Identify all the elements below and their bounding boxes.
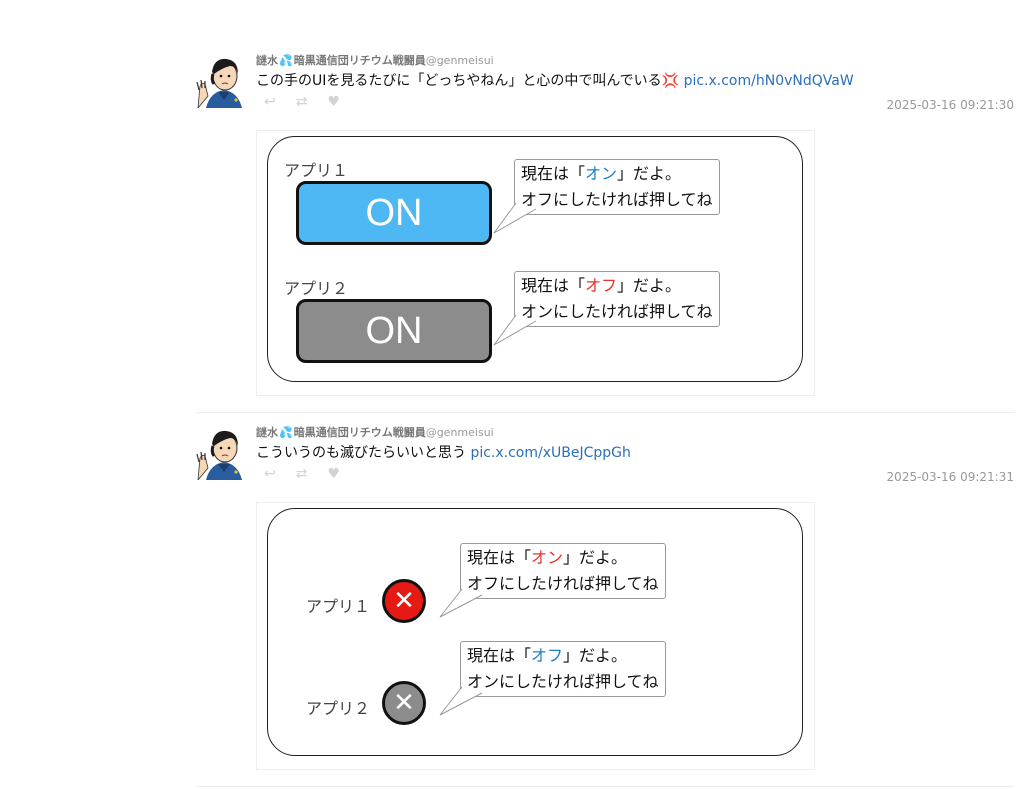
app2-button-label: ON xyxy=(365,309,423,352)
app1-label: アプリ１ xyxy=(306,597,371,616)
reply-icon[interactable]: ↩ xyxy=(264,466,276,482)
sweat-drops-icon: 💦 xyxy=(279,54,293,67)
app2-on-button: ON xyxy=(296,299,492,363)
anger-icon: 💢 xyxy=(661,73,680,89)
illustration-card: アプリ１ ✕ 現在は「オン」だよ。 オフにしたければ押してね アプリ２ ✕ 現在… xyxy=(267,508,803,756)
tweet-text: この手のUIを見るたびに「どっちやねん」と心の中で叫んでいる💢 pic.x.co… xyxy=(256,73,854,89)
app1-close-icon: ✕ xyxy=(382,579,426,623)
avatar[interactable] xyxy=(196,424,252,480)
divider xyxy=(196,412,1014,413)
app1-label: アプリ１ xyxy=(284,161,349,180)
user-handle[interactable]: @genmeisui xyxy=(426,426,494,439)
heart-icon[interactable]: ♥ xyxy=(327,94,340,110)
app1-speech-bubble: 現在は「オン」だよ。 オフにしたければ押してね xyxy=(514,159,720,215)
app1-speech-bubble: 現在は「オン」だよ。 オフにしたければ押してね xyxy=(460,543,666,599)
heart-icon[interactable]: ♥ xyxy=(327,466,340,482)
tweet: 謎水💦暗黒通信団リチウム戦闘員@genmeisui この手のUIを見るたびに「ど… xyxy=(196,52,1014,397)
app2-speech-bubble: 現在は「オフ」だよ。 オンにしたければ押してね xyxy=(460,641,666,697)
app1-state-text: オン xyxy=(585,164,618,183)
app2-label: アプリ２ xyxy=(306,699,371,718)
tweet-actions: ↩ ⇄ ♥ xyxy=(264,94,360,110)
bubble-tail xyxy=(439,588,483,618)
timestamp[interactable]: 2025-03-16 09:21:31 xyxy=(887,470,1014,484)
app1-on-button: ON xyxy=(296,181,492,245)
username[interactable]: 謎水💦暗黒通信団リチウム戦闘員 xyxy=(256,426,426,439)
reply-icon[interactable]: ↩ xyxy=(264,94,276,110)
tweet-header: 謎水💦暗黒通信団リチウム戦闘員@genmeisui xyxy=(256,52,494,68)
bubble-tail xyxy=(493,202,537,234)
bubble-tail xyxy=(493,314,537,346)
app2-speech-bubble: 現在は「オフ」だよ。 オンにしたければ押してね xyxy=(514,271,720,327)
divider xyxy=(196,786,1014,787)
app2-label: アプリ２ xyxy=(284,279,349,298)
tweet-header: 謎水💦暗黒通信団リチウム戦闘員@genmeisui xyxy=(256,424,494,440)
avatar[interactable] xyxy=(196,52,252,108)
tweet-text: こういうのも滅びたらいいと思う pic.x.com/xUBeJCppGh xyxy=(256,445,631,461)
timestamp[interactable]: 2025-03-16 09:21:30 xyxy=(887,98,1014,112)
tweet-actions: ↩ ⇄ ♥ xyxy=(264,466,360,482)
tweet-image[interactable]: アプリ１ ✕ 現在は「オン」だよ。 オフにしたければ押してね アプリ２ ✕ 現在… xyxy=(256,502,815,770)
illustration-card: アプリ１ ON 現在は「オン」だよ。 オフにしたければ押してね アプリ２ ON … xyxy=(267,136,803,382)
media-link[interactable]: pic.x.com/xUBeJCppGh xyxy=(470,445,630,461)
app1-button-label: ON xyxy=(365,191,423,234)
app2-close-icon: ✕ xyxy=(382,681,426,725)
tweet-image[interactable]: アプリ１ ON 現在は「オン」だよ。 オフにしたければ押してね アプリ２ ON … xyxy=(256,130,815,396)
app1-state-text: オン xyxy=(531,548,564,567)
username[interactable]: 謎水💦暗黒通信団リチウム戦闘員 xyxy=(256,54,426,67)
retweet-icon[interactable]: ⇄ xyxy=(296,466,308,482)
bubble-tail xyxy=(439,686,483,716)
user-handle[interactable]: @genmeisui xyxy=(426,54,494,67)
sweat-drops-icon: 💦 xyxy=(279,426,293,439)
app2-state-text: オフ xyxy=(585,276,618,295)
app2-state-text: オフ xyxy=(531,646,564,665)
media-link[interactable]: pic.x.com/hN0vNdQVaW xyxy=(684,73,854,89)
tweet: 謎水💦暗黒通信団リチウム戦闘員@genmeisui こういうのも滅びたらいいと思… xyxy=(196,424,1014,774)
retweet-icon[interactable]: ⇄ xyxy=(296,94,308,110)
